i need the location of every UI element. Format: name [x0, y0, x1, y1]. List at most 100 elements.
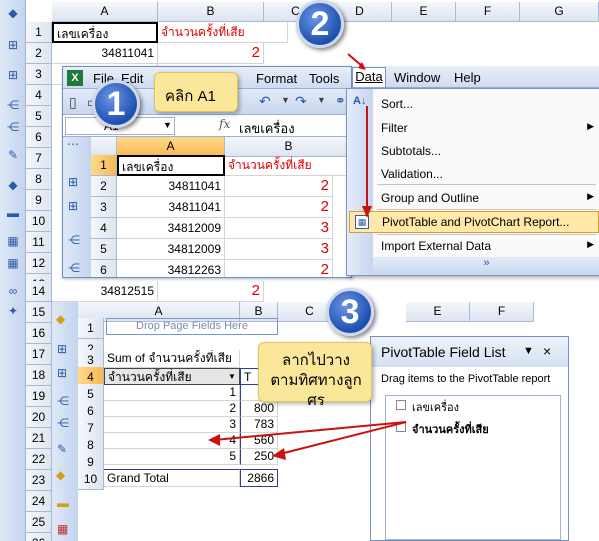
- row-header[interactable]: 6: [91, 260, 117, 277]
- cell-a5[interactable]: 34812009: [117, 239, 225, 260]
- row-header[interactable]: 16: [26, 323, 52, 344]
- menu-item-group-outline[interactable]: Group and Outline: [381, 191, 479, 205]
- dropdown-arrow-icon[interactable]: ▼: [317, 95, 326, 105]
- tree-icon[interactable]: ⋲: [3, 96, 23, 114]
- undo-icon[interactable]: ↶: [259, 93, 271, 110]
- cell-a2[interactable]: 34811041: [52, 43, 158, 64]
- cell-b1[interactable]: จำนวนครั้งที่เสีย: [225, 155, 351, 176]
- cell-a1[interactable]: เลขเครื่อง: [117, 155, 225, 176]
- row-header[interactable]: 9: [26, 190, 52, 211]
- formula-input[interactable]: เลขเครื่อง: [239, 118, 295, 139]
- menu-item-import-external[interactable]: Import External Data: [381, 239, 491, 253]
- row-header[interactable]: 11: [26, 232, 52, 253]
- menu-item-filter[interactable]: Filter: [381, 121, 408, 135]
- panel-menu-arrow-icon[interactable]: ▼: [523, 345, 534, 357]
- row-header[interactable]: 26: [26, 533, 52, 541]
- field-checkbox[interactable]: [396, 400, 406, 410]
- pivot-grand-total-value[interactable]: 2866: [240, 469, 278, 487]
- tree-icon[interactable]: ⋲: [57, 416, 69, 430]
- cell-b5[interactable]: 3: [225, 239, 333, 260]
- column-header[interactable]: E: [392, 2, 456, 22]
- cell-a3[interactable]: 34811041: [117, 197, 225, 218]
- pivot-field-dropdown-icon[interactable]: ▼: [228, 372, 236, 381]
- cell-b2[interactable]: 2: [225, 176, 333, 197]
- grid-icon[interactable]: ▦: [3, 254, 23, 272]
- trace-icon[interactable]: ✎: [57, 442, 67, 456]
- menu-window[interactable]: Window: [394, 70, 440, 85]
- cell-b6[interactable]: 2: [225, 260, 333, 277]
- menu-tools[interactable]: Tools: [309, 71, 339, 86]
- row-header[interactable]: 4: [91, 218, 117, 239]
- warning-icon[interactable]: ◆: [3, 4, 23, 22]
- row-header[interactable]: 8: [26, 169, 52, 190]
- pivot-row-key[interactable]: 1: [104, 385, 240, 401]
- fx-icon[interactable]: fx: [219, 117, 230, 131]
- column-header[interactable]: A: [52, 2, 158, 22]
- cell-a2[interactable]: 34811041: [117, 176, 225, 197]
- row-header[interactable]: 1: [26, 22, 52, 43]
- tree-icon[interactable]: ⋲: [68, 233, 80, 247]
- row-header[interactable]: 1: [91, 155, 117, 176]
- dropdown-arrow-icon[interactable]: ▼: [281, 95, 290, 105]
- cell-b4[interactable]: 3: [225, 218, 333, 239]
- menu-item-validation[interactable]: Validation...: [381, 167, 443, 181]
- column-header[interactable]: B: [225, 137, 351, 157]
- pivot-row-field-button[interactable]: จำนวนครั้งที่เสีย: [104, 368, 240, 385]
- cell-b2[interactable]: 2: [158, 43, 264, 64]
- row-header[interactable]: 2: [91, 176, 117, 197]
- row-header[interactable]: 10: [78, 469, 104, 490]
- row-header[interactable]: 1: [78, 318, 104, 339]
- outline-icon[interactable]: ⊞: [57, 342, 67, 356]
- row-header[interactable]: 3: [91, 197, 117, 218]
- row-header[interactable]: 4: [26, 85, 52, 106]
- drop-page-fields-area[interactable]: Drop Page Fields Here: [106, 318, 278, 335]
- menu-item-pivottable[interactable]: ▦ PivotTable and PivotChart Report...: [349, 211, 599, 233]
- row-header[interactable]: 10: [26, 211, 52, 232]
- row-header[interactable]: 6: [26, 127, 52, 148]
- row-header[interactable]: 5: [26, 106, 52, 127]
- column-header[interactable]: A: [117, 137, 225, 157]
- row-header[interactable]: 12: [26, 253, 52, 274]
- cell-a6[interactable]: 34812263: [117, 260, 225, 277]
- field-item[interactable]: จำนวนครั้งที่เสีย: [412, 420, 489, 438]
- tree-icon[interactable]: ⋲: [57, 394, 69, 408]
- row-header[interactable]: 2: [26, 43, 52, 64]
- row-header[interactable]: 14: [26, 281, 52, 302]
- cell-a14[interactable]: 34812515: [52, 281, 158, 302]
- redo-icon[interactable]: ↷: [295, 93, 307, 110]
- row-header[interactable]: 7: [26, 148, 52, 169]
- row-header[interactable]: 15: [26, 302, 52, 323]
- warning-icon[interactable]: ◆: [3, 176, 23, 194]
- formula-audit-icon[interactable]: ✦: [3, 302, 23, 320]
- row-header[interactable]: 5: [91, 239, 117, 260]
- cell-b3[interactable]: 2: [225, 197, 333, 218]
- menu-help[interactable]: Help: [454, 70, 481, 85]
- grid-icon[interactable]: ▦: [57, 522, 68, 536]
- column-header[interactable]: B: [158, 2, 264, 22]
- new-icon[interactable]: ▯: [69, 94, 77, 111]
- outline-icon[interactable]: ⊞: [3, 66, 23, 84]
- warning-icon[interactable]: ◆: [56, 312, 65, 326]
- folder-icon[interactable]: ▬: [3, 204, 23, 222]
- row-header[interactable]: 23: [26, 470, 52, 491]
- menu-format[interactable]: Format: [256, 71, 297, 86]
- outline-icon[interactable]: ⊞: [68, 175, 78, 189]
- cell-a4[interactable]: 34812009: [117, 218, 225, 239]
- row-header[interactable]: 20: [26, 407, 52, 428]
- trace-icon[interactable]: ✎: [3, 146, 23, 164]
- outline-icon[interactable]: ⊞: [68, 199, 78, 213]
- excel-icon[interactable]: X: [67, 70, 83, 86]
- column-header[interactable]: F: [456, 2, 520, 22]
- tree-icon[interactable]: ⋲: [3, 118, 23, 136]
- row-header[interactable]: 19: [26, 386, 52, 407]
- row-header[interactable]: 24: [26, 491, 52, 512]
- select-all[interactable]: [91, 137, 117, 157]
- row-header[interactable]: 25: [26, 512, 52, 533]
- menu-item-subtotals[interactable]: Subtotals...: [381, 144, 441, 158]
- row-header[interactable]: 18: [26, 365, 52, 386]
- row-header[interactable]: 22: [26, 449, 52, 470]
- outline-icon[interactable]: ⊞: [3, 36, 23, 54]
- row-header[interactable]: 17: [26, 344, 52, 365]
- column-header[interactable]: G: [520, 2, 599, 22]
- folder-icon[interactable]: ▬: [57, 496, 69, 510]
